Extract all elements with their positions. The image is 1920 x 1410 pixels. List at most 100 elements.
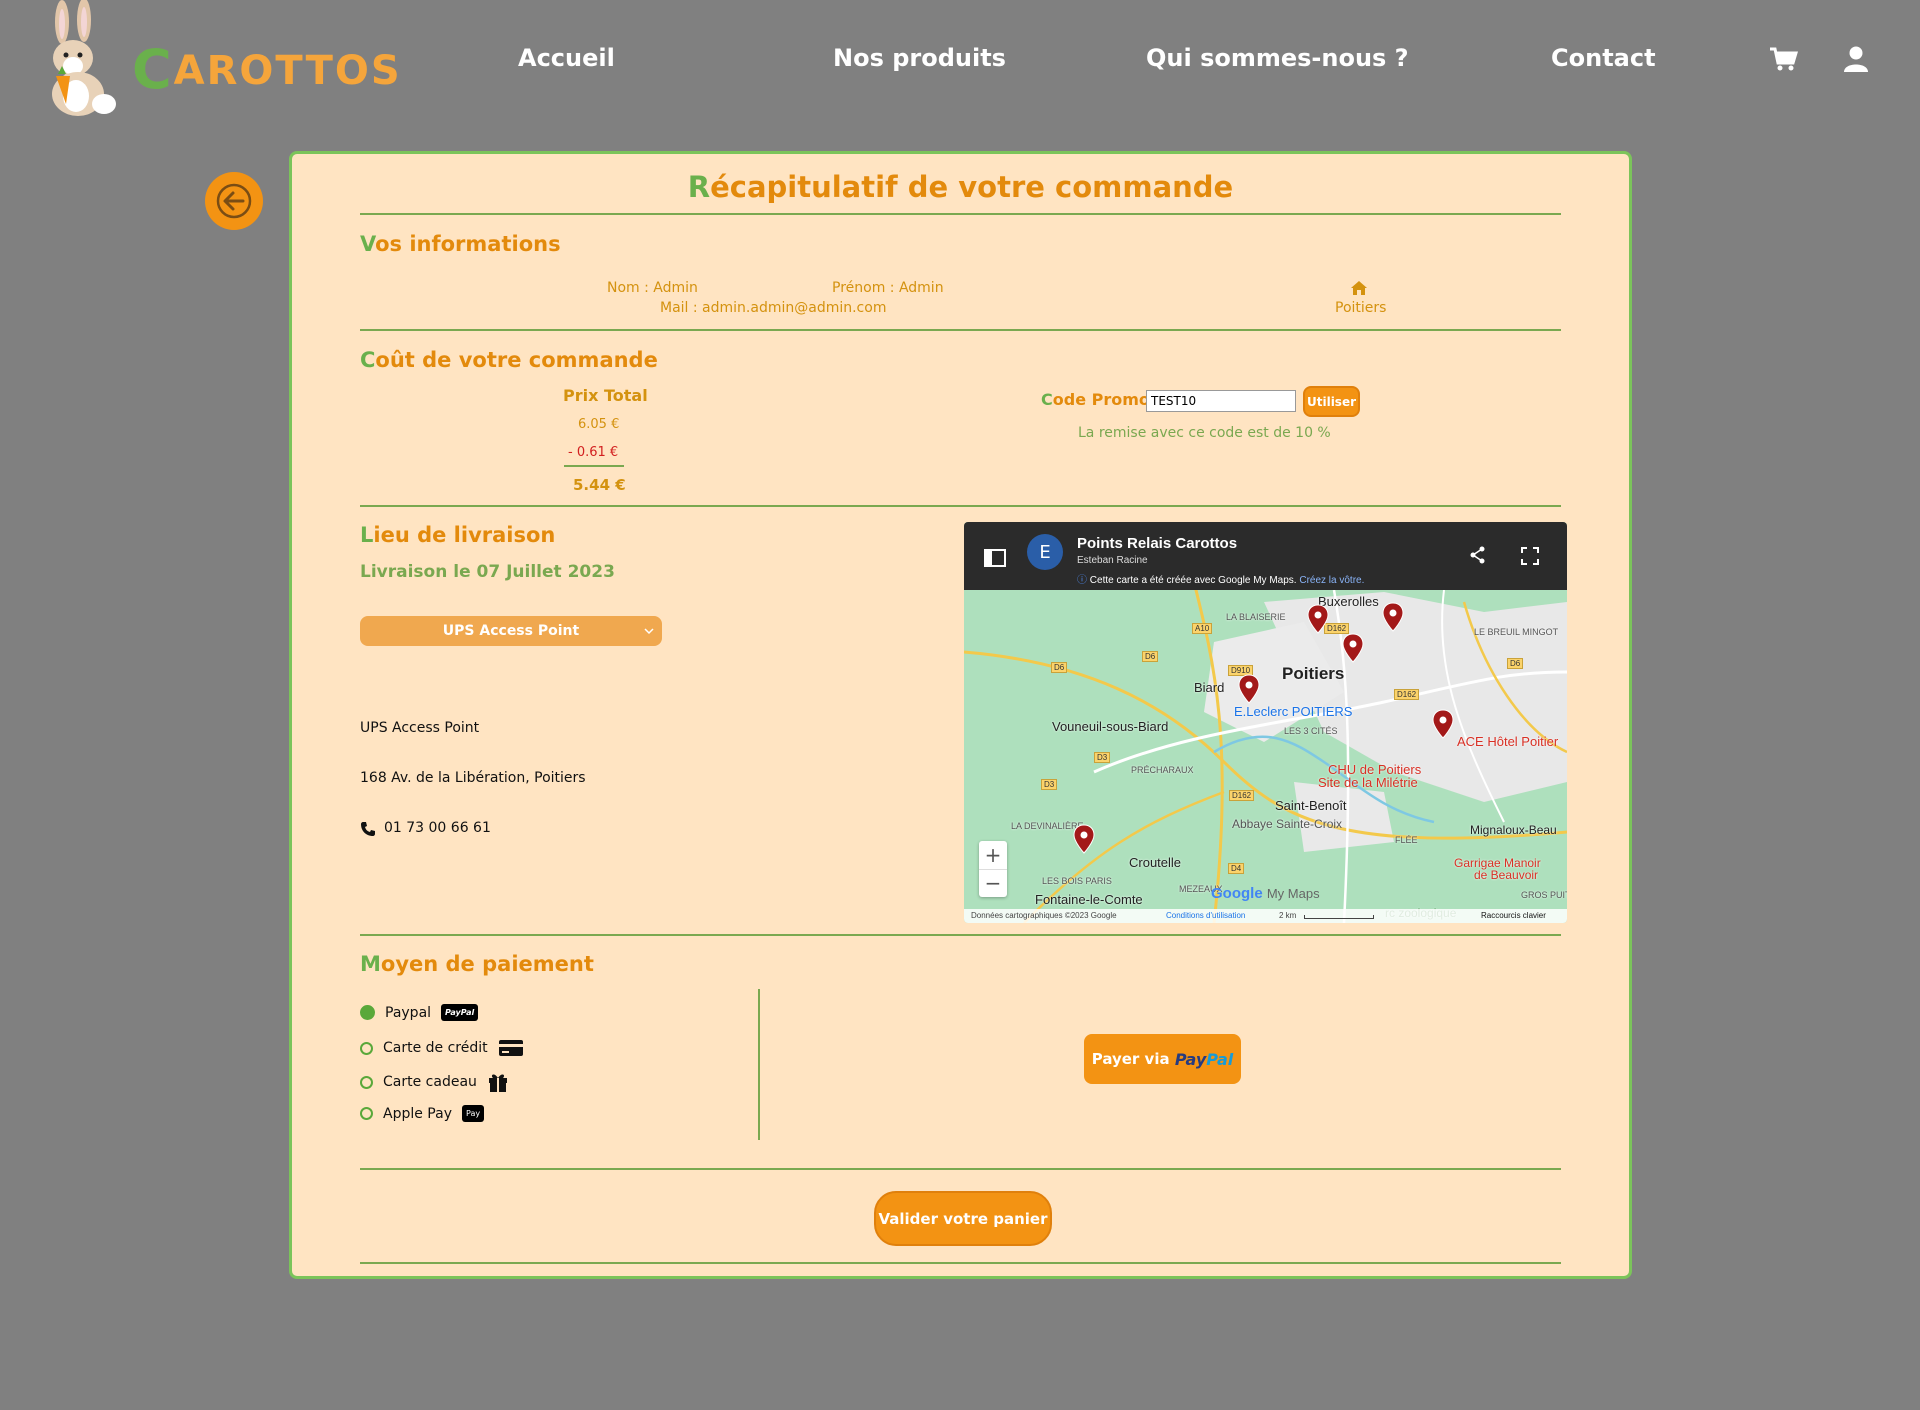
- back-button[interactable]: [205, 172, 263, 230]
- total-value: 5.44 €: [573, 476, 626, 494]
- payment-option-gift-card[interactable]: Carte cadeau: [360, 1071, 509, 1093]
- map-place-label: E.Leclerc POITIERS: [1234, 704, 1353, 719]
- promo-code-input[interactable]: [1146, 390, 1296, 412]
- map-header: E Points Relais Carottos Esteban Racine …: [964, 522, 1567, 590]
- relay-pin-icon[interactable]: [1342, 633, 1364, 663]
- radio-apple-pay[interactable]: [360, 1107, 373, 1120]
- vertical-divider: [758, 989, 760, 1140]
- title-first-letter: R: [687, 170, 711, 204]
- scale-bar: [1304, 915, 1374, 919]
- info-mail: Mail : admin.admin@admin.com: [660, 300, 887, 316]
- radio-paypal[interactable]: [360, 1005, 375, 1020]
- payment-option-credit-card[interactable]: Carte de crédit: [360, 1038, 524, 1058]
- road-shield: D6: [1051, 662, 1068, 673]
- relay-pin-icon[interactable]: [1073, 824, 1095, 854]
- road-shield: D3: [1094, 752, 1111, 763]
- share-icon[interactable]: [1470, 546, 1486, 564]
- road-shield: D162: [1394, 689, 1420, 700]
- user-icon[interactable]: [1841, 44, 1871, 74]
- heading-first-letter: L: [360, 523, 374, 547]
- map-place-label: Fontaine-le-Comte: [1035, 892, 1143, 907]
- paypal-logo-pay: Pay: [1174, 1049, 1207, 1069]
- section-heading-info: Vos informations: [360, 232, 561, 256]
- apple-pay-badge-text: Pay: [465, 1109, 481, 1118]
- chevron-down-icon: [644, 628, 654, 635]
- payment-option-label: Carte cadeau: [383, 1074, 477, 1090]
- nav-nos-produits[interactable]: Nos produits: [833, 44, 1006, 72]
- phone-icon: [361, 822, 375, 836]
- map-place-label: LA BLAISERIE: [1226, 612, 1286, 622]
- map-place-label: Abbaye Sainte-Croix: [1232, 817, 1343, 831]
- nav-qui-sommes-nous[interactable]: Qui sommes-nous ?: [1146, 44, 1409, 72]
- info-city: Poitiers: [1335, 300, 1387, 316]
- radio-credit-card[interactable]: [360, 1041, 373, 1055]
- zoom-out-button[interactable]: −: [979, 869, 1007, 897]
- fullscreen-icon[interactable]: [1521, 547, 1539, 565]
- credit-card-icon: [498, 1040, 523, 1056]
- payment-option-label: Paypal: [385, 1004, 432, 1021]
- total-label: Prix Total: [563, 386, 648, 405]
- arrow-left-icon: [216, 183, 252, 219]
- road-shield: A10: [1192, 623, 1213, 634]
- map-notice-text: Cette carte a été créée avec Google My M…: [1089, 575, 1297, 586]
- map-place-label: Saint-Benoît: [1275, 798, 1347, 813]
- use-promo-button[interactable]: Utiliser: [1303, 386, 1360, 417]
- create-map-link[interactable]: Créez la vôtre.: [1299, 575, 1364, 586]
- brand-name[interactable]: CAROTTOS: [132, 38, 402, 101]
- payment-option-apple-pay[interactable]: Apple Pay Pay: [360, 1105, 485, 1122]
- relay-name: UPS Access Point: [360, 720, 480, 736]
- map-place-label: GROS PUIT: [1521, 890, 1567, 900]
- map-place-label: Biard: [1194, 680, 1225, 695]
- map-scale: 2 km: [1279, 911, 1297, 920]
- divider: [360, 934, 1561, 936]
- author-avatar[interactable]: E: [1027, 534, 1063, 570]
- map-data-credit: Données cartographiques ©2023 Google: [971, 911, 1117, 920]
- brand-rest: AROTTOS: [173, 48, 402, 94]
- relay-pin-icon[interactable]: [1432, 709, 1454, 739]
- map-place-label: Vouneuil-sous-Biard: [1052, 719, 1169, 734]
- section-heading-payment: Moyen de paiement: [360, 952, 594, 976]
- zoom-in-button[interactable]: +: [979, 841, 1007, 869]
- pay-via-paypal-button[interactable]: Payer via PayPal: [1084, 1034, 1241, 1084]
- paypal-logo-pal: Pal: [1206, 1049, 1234, 1069]
- payment-option-paypal[interactable]: Paypal PayPal: [360, 1004, 479, 1021]
- zoom-controls: + −: [979, 841, 1007, 897]
- relay-pin-icon[interactable]: [1238, 674, 1260, 704]
- divider: [360, 329, 1561, 331]
- validate-cart-button[interactable]: Valider votre panier: [874, 1191, 1052, 1246]
- section-heading-delivery: Lieu de livraison: [360, 523, 555, 547]
- keyboard-shortcuts-link[interactable]: Raccourcis clavier: [1481, 911, 1546, 920]
- map-place-label: Mignaloux-Beau: [1470, 823, 1557, 837]
- sum-line: [564, 465, 624, 467]
- sidebar-toggle-icon[interactable]: [984, 549, 1006, 567]
- map-place-label: PRÉCHARAUX: [1131, 765, 1194, 775]
- nav-contact[interactable]: Contact: [1551, 44, 1656, 72]
- relay-pin-icon[interactable]: [1307, 604, 1329, 634]
- map-place-label: LES BOIS PARIS: [1042, 876, 1112, 886]
- map-notice: ⓘ Cette carte a été créée avec Google My…: [1077, 571, 1364, 586]
- delivery-date: Livraison le 07 Juillet 2023: [360, 562, 615, 582]
- info-icon: ⓘ: [1077, 575, 1090, 586]
- relay-map[interactable]: E Points Relais Carottos Esteban Racine …: [964, 522, 1567, 923]
- cart-icon[interactable]: [1768, 44, 1798, 74]
- radio-gift-card[interactable]: [360, 1075, 373, 1089]
- brand-first-letter: C: [132, 38, 174, 101]
- google-wordmark: Google: [1211, 885, 1263, 902]
- map-place-label: LES 3 CITÉS: [1284, 726, 1338, 736]
- map-place-label: Poitiers: [1282, 664, 1345, 683]
- nav-accueil[interactable]: Accueil: [518, 44, 615, 72]
- divider: [360, 213, 1561, 215]
- relay-select[interactable]: UPS Access Point: [360, 616, 662, 646]
- bunny-logo[interactable]: [40, 0, 120, 118]
- heading-rest: ieu de livraison: [373, 523, 556, 547]
- divider: [360, 505, 1561, 507]
- subtotal-value: 6.05 €: [578, 417, 620, 432]
- heading-rest: os informations: [375, 232, 561, 256]
- relay-pin-icon[interactable]: [1382, 602, 1404, 632]
- pay-button-label: Payer via: [1091, 1050, 1170, 1068]
- map-terms-link[interactable]: Conditions d'utilisation: [1166, 911, 1245, 920]
- google-logo: Google My Maps: [1211, 885, 1320, 902]
- paypal-badge-icon: PayPal: [441, 1004, 479, 1021]
- map-place-label: de Beauvoir: [1474, 868, 1539, 882]
- home-icon: [1351, 281, 1367, 295]
